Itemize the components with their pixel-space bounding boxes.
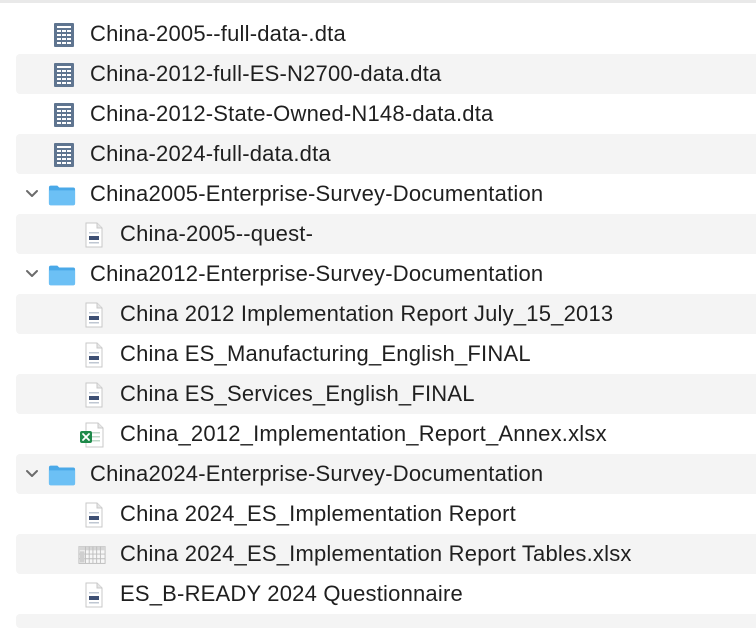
file-name: China 2024_ES_Implementation Report Tabl… [120,541,632,566]
spreadsheet-doc-icon [50,22,78,48]
folder-row-china2005-documentation[interactable]: China2005-Enterprise-Survey-Documentatio… [16,174,756,214]
folder-icon [48,462,76,488]
file-name: China ES_Manufacturing_English_FINAL [120,341,531,366]
file-row-china-2012-full-es-data[interactable]: China-2012-full-ES-N2700-data.dta [16,54,756,94]
table-file-icon [78,542,106,568]
file-name: China-2012-State-Owned-N148-data.dta [90,101,494,126]
pdf-doc-icon [80,382,108,408]
file-name: China-2005--full-data-.dta [90,21,346,46]
pdf-doc-icon [80,582,108,608]
pdf-doc-icon [80,302,108,328]
folder-icon [48,182,76,208]
file-row-china-2012-state-owned-data[interactable]: China-2012-State-Owned-N148-data.dta [16,94,756,134]
pdf-doc-icon [80,342,108,368]
chevron-down-icon[interactable] [24,266,40,282]
file-row-china-2012-annex-xlsx[interactable]: China_2012_Implementation_Report_Annex.x… [16,414,756,454]
file-row-china-2024-full-data[interactable]: China-2024-full-data.dta [16,134,756,174]
file-row-china-es-manufacturing[interactable]: China ES_Manufacturing_English_FINAL [16,334,756,374]
spreadsheet-doc-icon [50,142,78,168]
header-divider [0,0,756,3]
file-name: China_2012_Implementation_Report_Annex.x… [120,421,607,446]
file-name: China ES_Services_English_FINAL [120,381,475,406]
spreadsheet-doc-icon [50,62,78,88]
file-name: China-2024-full-data.dta [90,141,331,166]
file-row-es-b-ready-questionnaire[interactable]: ES_B-READY 2024 Questionnaire [16,574,756,614]
file-row-china-2005-quest[interactable]: China-2005--quest- [16,214,756,254]
file-row-china-es-services[interactable]: China ES_Services_English_FINAL [16,374,756,414]
pdf-doc-icon [80,502,108,528]
file-row-china-2005-full-data[interactable]: China-2005--full-data-.dta [16,14,756,54]
folder-name: China2012-Enterprise-Survey-Documentatio… [90,261,544,286]
folder-icon [48,262,76,288]
file-row-china-2024-report-tables-xlsx[interactable]: China 2024_ES_Implementation Report Tabl… [16,534,756,574]
excel-file-icon [78,422,106,448]
chevron-down-icon[interactable] [24,186,40,202]
folder-name: China2005-Enterprise-Survey-Documentatio… [90,181,544,206]
file-row-china-2012-implementation-report[interactable]: China 2012 Implementation Report July_15… [16,294,756,334]
empty-row [16,614,756,628]
pdf-doc-icon [80,222,108,248]
folder-row-china2024-documentation[interactable]: China2024-Enterprise-Survey-Documentatio… [16,454,756,494]
file-name: ES_B-READY 2024 Questionnaire [120,581,463,606]
folder-name: China2024-Enterprise-Survey-Documentatio… [90,461,544,486]
spreadsheet-doc-icon [50,102,78,128]
file-list: China-2005--full-data-.dta China-2012-fu… [0,0,756,628]
file-name: China 2024_ES_Implementation Report [120,501,516,526]
file-name: China-2005--quest- [120,221,314,246]
chevron-down-icon[interactable] [24,466,40,482]
folder-row-china2012-documentation[interactable]: China2012-Enterprise-Survey-Documentatio… [16,254,756,294]
file-name: China-2012-full-ES-N2700-data.dta [90,61,442,86]
file-name: China 2012 Implementation Report July_15… [120,301,614,326]
file-row-china-2024-implementation-report[interactable]: China 2024_ES_Implementation Report [16,494,756,534]
